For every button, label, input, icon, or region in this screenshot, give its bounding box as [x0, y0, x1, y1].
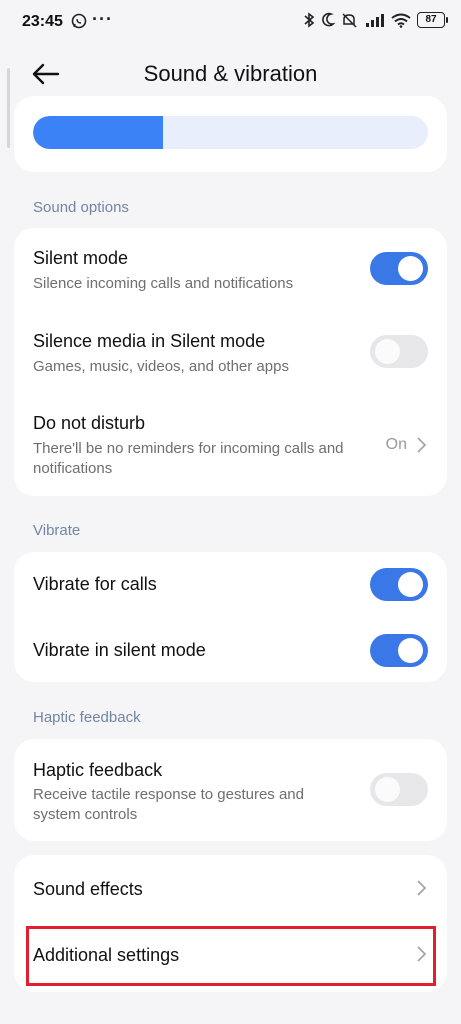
- whatsapp-icon: [71, 13, 87, 29]
- moon-icon: [322, 12, 335, 27]
- silence-media-row[interactable]: Silence media in Silent mode Games, musi…: [14, 310, 447, 392]
- status-icons: 87: [303, 12, 448, 28]
- haptic-card: Haptic feedback Receive tactile response…: [14, 739, 447, 841]
- do-not-disturb-subtitle: There'll be no reminders for incoming ca…: [33, 440, 344, 477]
- status-time: 23:45: [22, 13, 63, 30]
- mute-icon: [342, 13, 357, 28]
- haptic-feedback-row[interactable]: Haptic feedback Receive tactile response…: [14, 739, 447, 841]
- haptic-feedback-toggle[interactable]: [370, 773, 428, 806]
- haptic-feedback-subtitle: Receive tactile response to gestures and…: [33, 786, 304, 823]
- do-not-disturb-value: On: [385, 436, 407, 453]
- do-not-disturb-title: Do not disturb: [33, 413, 146, 433]
- vibrate-silent-title: Vibrate in silent mode: [33, 640, 206, 660]
- vibrate-card: Vibrate for calls Vibrate in silent mode: [14, 552, 447, 682]
- sound-effects-title: Sound effects: [33, 879, 143, 899]
- vibrate-calls-toggle[interactable]: [370, 568, 428, 601]
- volume-slider[interactable]: [33, 116, 428, 149]
- silence-media-toggle[interactable]: [370, 335, 428, 368]
- silence-media-subtitle: Games, music, videos, and other apps: [33, 358, 289, 375]
- vibrate-calls-row[interactable]: Vibrate for calls: [14, 552, 447, 617]
- section-label-sound-options: Sound options: [33, 199, 129, 216]
- do-not-disturb-row[interactable]: Do not disturb There'll be no reminders …: [14, 392, 447, 496]
- sound-options-card: Silent mode Silence incoming calls and n…: [14, 228, 447, 496]
- silent-mode-subtitle: Silence incoming calls and notifications: [33, 275, 294, 292]
- volume-card: [14, 96, 447, 172]
- section-label-haptic: Haptic feedback: [33, 709, 141, 726]
- sound-effects-row[interactable]: Sound effects: [14, 855, 447, 921]
- vibrate-silent-toggle[interactable]: [370, 634, 428, 667]
- silent-mode-title: Silent mode: [33, 248, 129, 268]
- vibrate-calls-title: Vibrate for calls: [33, 574, 157, 594]
- more-notifications-icon: ···: [92, 9, 113, 29]
- bluetooth-icon: [304, 12, 315, 28]
- status-bar: 23:45 ··· 87: [0, 0, 461, 44]
- silence-media-title: Silence media in Silent mode: [33, 331, 266, 351]
- wifi-icon: [391, 13, 411, 28]
- chevron-right-icon: [417, 437, 427, 453]
- signal-icon: [366, 14, 384, 27]
- vibrate-silent-row[interactable]: Vibrate in silent mode: [14, 617, 447, 682]
- section-label-vibrate: Vibrate: [33, 522, 81, 539]
- page-title: Sound & vibration: [143, 61, 318, 86]
- haptic-feedback-title: Haptic feedback: [33, 760, 163, 780]
- silent-mode-row[interactable]: Silent mode Silence incoming calls and n…: [14, 228, 447, 310]
- battery-icon: 87: [417, 12, 448, 28]
- scrollbar[interactable]: [7, 68, 10, 148]
- silent-mode-toggle[interactable]: [370, 252, 428, 285]
- chevron-right-icon: [417, 880, 427, 896]
- additional-settings-highlight: [26, 926, 436, 986]
- volume-slider-fill: [33, 116, 164, 149]
